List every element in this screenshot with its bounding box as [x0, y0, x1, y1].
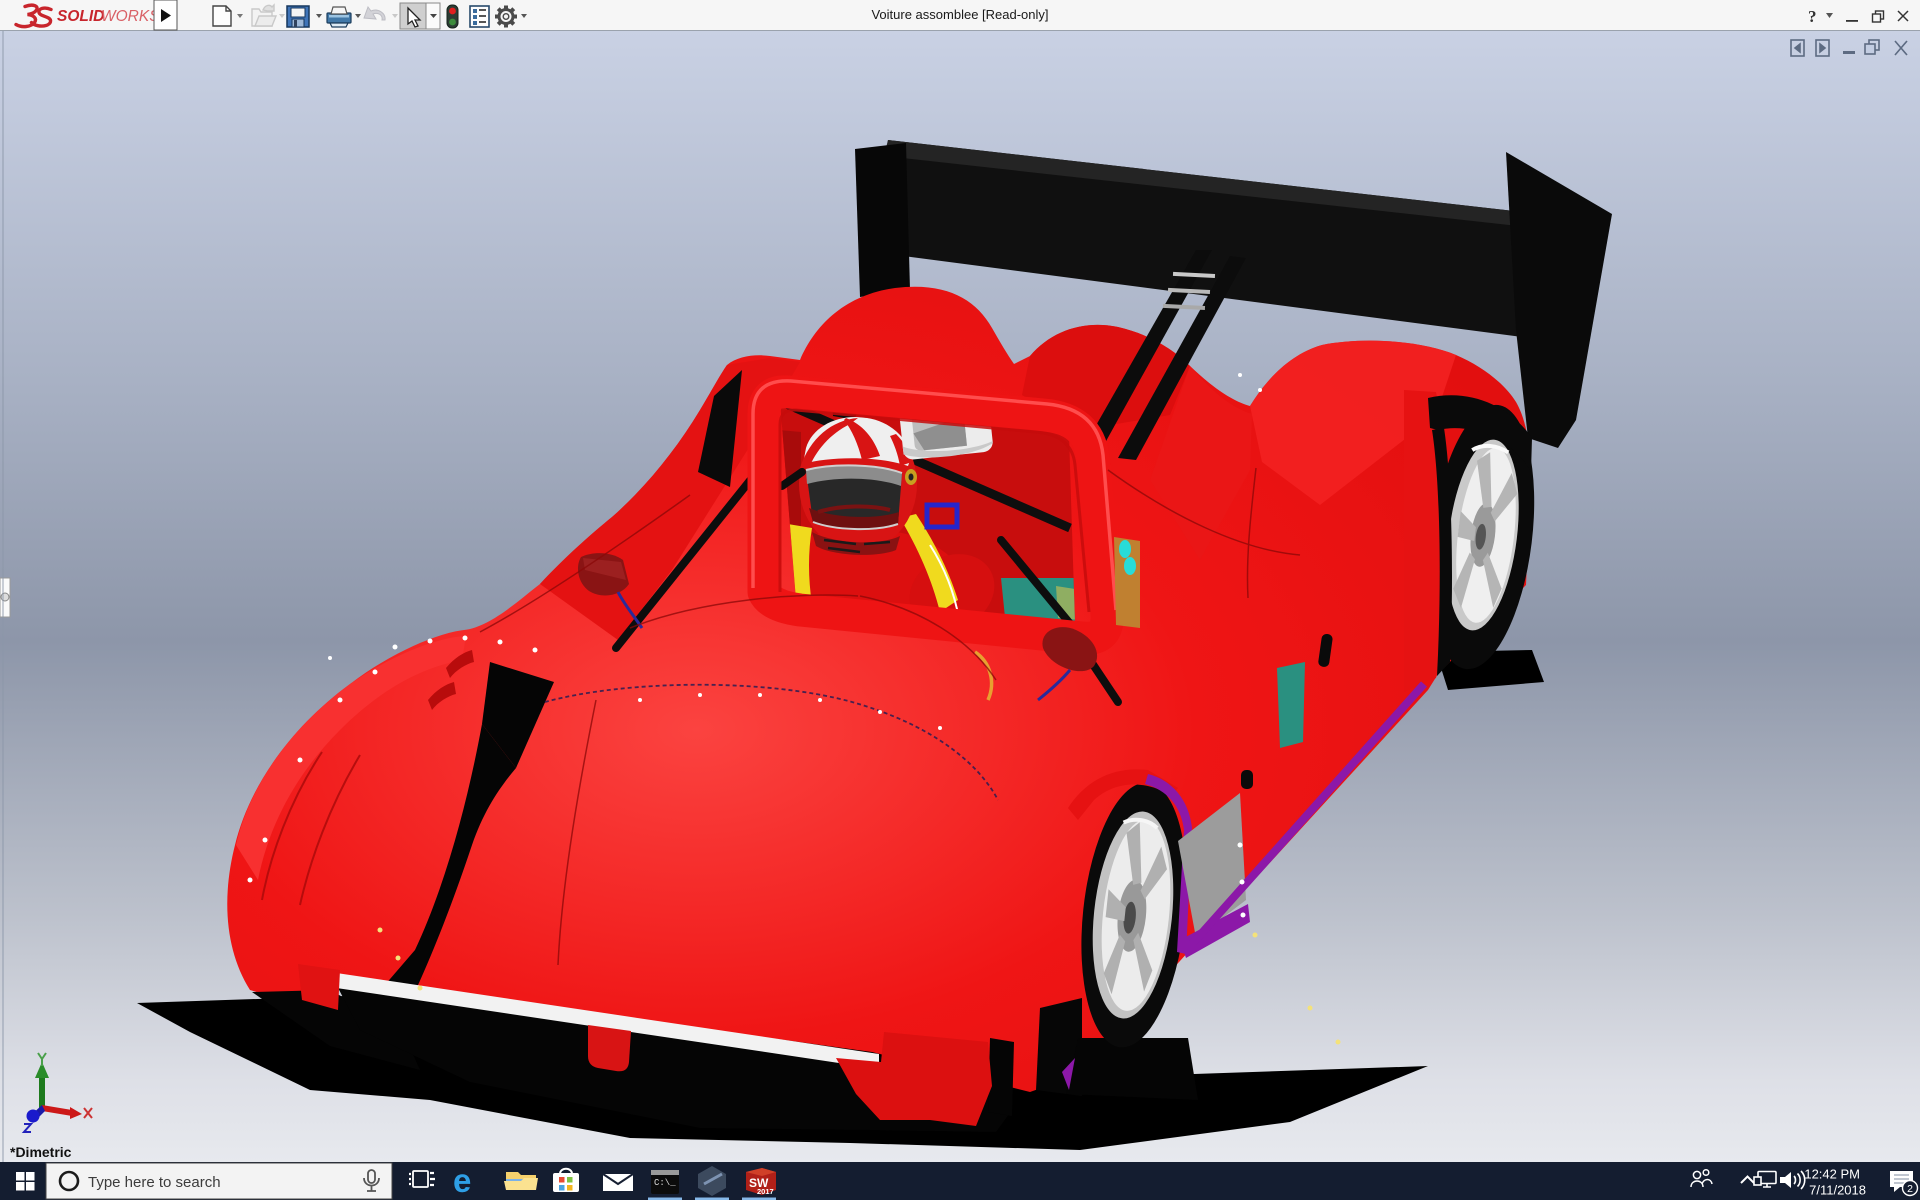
svg-text:e: e: [453, 1162, 471, 1199]
svg-text:7/11/2018: 7/11/2018: [1809, 1183, 1866, 1198]
svg-text:WORKS: WORKS: [101, 8, 160, 25]
svg-text:2017: 2017: [757, 1187, 774, 1196]
svg-text:SOLID: SOLID: [57, 8, 104, 25]
svg-text:?: ?: [1808, 7, 1817, 26]
svg-text:*Dimetric: *Dimetric: [10, 1144, 72, 1160]
svg-text:C:\_: C:\_: [654, 1178, 676, 1188]
svg-text:Type here to search: Type here to search: [88, 1174, 221, 1191]
svg-text:12:42 PM: 12:42 PM: [1804, 1167, 1860, 1182]
svg-text:2: 2: [1907, 1183, 1913, 1195]
